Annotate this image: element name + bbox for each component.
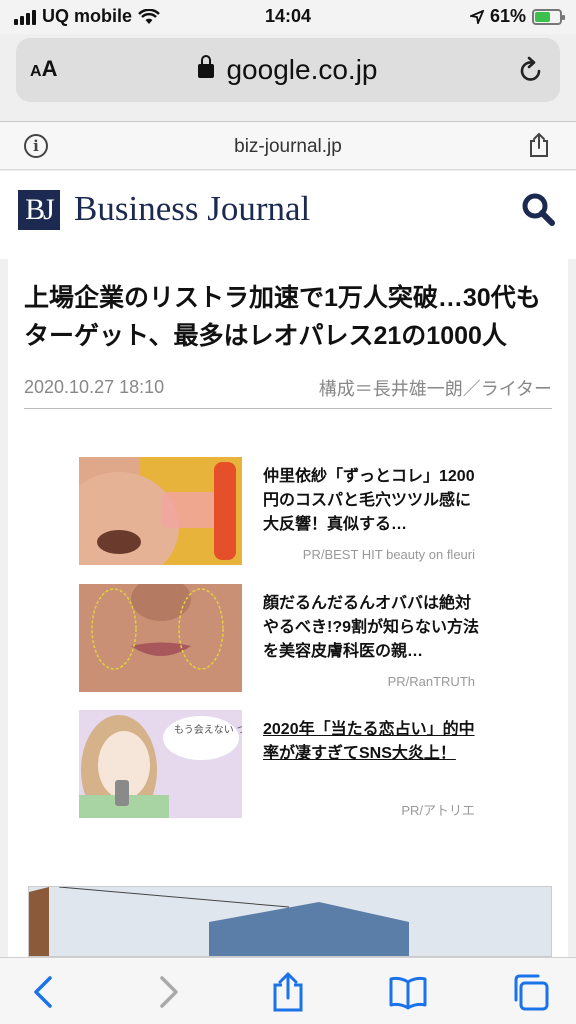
- ad-title[interactable]: 2020年「当たる恋占い」的中率が凄すぎてSNS大炎上！: [263, 718, 479, 766]
- ad-thumbnail[interactable]: もう会えない つらい。。。: [79, 710, 242, 818]
- article-image: [28, 886, 552, 957]
- forward-icon[interactable]: [148, 972, 188, 1012]
- site-header: BJ Business Journal: [0, 171, 576, 259]
- battery-percent: 61%: [489, 6, 526, 26]
- tabs-icon[interactable]: [510, 972, 550, 1012]
- ad-source: PR/アトリエ: [401, 803, 475, 818]
- address-bar[interactable]: AA google.co.jp: [16, 38, 560, 102]
- article-date: 2020.10.27 18:10: [24, 377, 165, 397]
- lock-icon: [198, 55, 215, 78]
- ad-source: PR/BEST HIT beauty on fleuri: [302, 547, 475, 562]
- battery-icon: [532, 8, 565, 25]
- status-bar: UQ mobile 14:04 61%: [0, 0, 576, 34]
- ad-item[interactable]: もう会えない つらい。。。 2020年「当たる恋占い」的中率が凄すぎてSNS大炎…: [79, 710, 479, 820]
- logo-mark[interactable]: BJ: [18, 190, 60, 230]
- bookmarks-icon[interactable]: [388, 972, 428, 1012]
- ad-item[interactable]: 顔だるんだるんオババは絶対やるべき!?9割が知らない方法を美容皮膚科医の親… P…: [79, 584, 479, 694]
- back-icon[interactable]: [24, 972, 64, 1012]
- ad-title[interactable]: 顔だるんだるんオババは絶対やるべき!?9割が知らない方法を美容皮膚科医の親…: [263, 592, 479, 664]
- ad-title[interactable]: 仲里依紗「ずっとコレ」1200円のコスパと毛穴ツツル感に大反響！真似する…: [263, 465, 479, 537]
- site-domain: biz-journal.jp: [234, 136, 342, 157]
- page-content: 上場企業のリストラ加速で1万人突破…30代もターゲット、最多はレオパレス21の1…: [0, 259, 576, 957]
- article-card: 上場企業のリストラ加速で1万人突破…30代もターゲット、最多はレオパレス21の1…: [8, 259, 568, 957]
- ad-thumbnail[interactable]: [79, 584, 242, 692]
- ad-thumbnail[interactable]: [79, 457, 242, 565]
- share-icon[interactable]: [268, 972, 308, 1012]
- site-bar: i biz-journal.jp: [0, 122, 576, 170]
- share-icon[interactable]: [528, 132, 550, 158]
- ad-source: PR/RanTRUTh: [387, 674, 475, 689]
- browser-toolbar: [0, 957, 576, 1024]
- divider: [24, 408, 552, 409]
- reload-icon[interactable]: [518, 56, 544, 84]
- url-text[interactable]: google.co.jp: [16, 54, 560, 86]
- ad-item[interactable]: 仲里依紗「ずっとコレ」1200円のコスパと毛穴ツツル感に大反響！真似する… PR…: [79, 457, 479, 567]
- svg-text:もう会えない つらい。。。: もう会えない つらい。。。: [174, 723, 242, 736]
- article-author: 構成＝長井雄一朗／ライター: [318, 379, 552, 399]
- article-title: 上場企業のリストラ加速で1万人突破…30代もターゲット、最多はレオパレス21の1…: [24, 284, 541, 350]
- logo-text[interactable]: Business Journal: [74, 189, 310, 229]
- search-icon[interactable]: [520, 191, 556, 227]
- location-icon: [469, 9, 484, 24]
